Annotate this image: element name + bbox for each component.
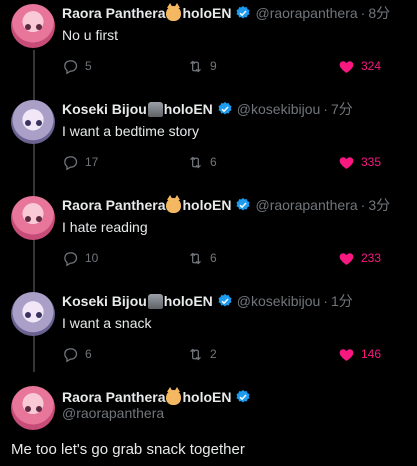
separator-dot: · [360, 5, 366, 21]
verified-badge-icon [237, 6, 250, 19]
user-handle[interactable]: @raorapanthera [62, 405, 164, 421]
like-button[interactable]: 335 [338, 153, 381, 171]
tweet-text: I want a bedtime story [62, 123, 199, 139]
retweet-button[interactable]: 6 [187, 153, 217, 171]
timestamp[interactable]: 7分 [331, 99, 353, 119]
moai-icon [147, 101, 163, 117]
like-button[interactable]: 324 [338, 57, 381, 75]
separator-dot: · [323, 101, 328, 117]
reply-count: 5 [85, 59, 92, 73]
retweet-icon [190, 348, 201, 360]
reply-button[interactable]: 5 [62, 57, 92, 75]
verified-badge-icon [218, 102, 232, 115]
display-name[interactable]: Raora Panthera [62, 197, 165, 213]
tweet-text: No u first [62, 27, 119, 43]
retweet-button[interactable]: 6 [187, 249, 217, 267]
user-handle[interactable]: @raorapanthera [255, 197, 357, 213]
user-handle[interactable]: @kosekibijou [237, 101, 320, 117]
display-name-suffix[interactable]: holoEN [182, 197, 231, 213]
separator-dot: · [323, 293, 328, 309]
retweet-count: 6 [210, 155, 217, 169]
tweet-text: Me too let's go grab snack together [11, 441, 245, 458]
like-button[interactable]: 233 [338, 249, 381, 267]
retweet-button[interactable]: 2 [187, 345, 217, 363]
retweet-icon [190, 252, 201, 264]
reply-icon [64, 347, 78, 362]
avatar[interactable] [11, 292, 55, 336]
timestamp[interactable]: 8分 [368, 3, 390, 23]
retweet-icon [190, 156, 201, 168]
separator-dot: · [360, 197, 366, 213]
verified-badge-icon [237, 390, 250, 403]
retweet-icon [190, 60, 201, 72]
cat-face-icon [166, 194, 182, 213]
reply-count: 10 [85, 251, 99, 265]
display-name-suffix[interactable]: holoEN [164, 101, 213, 117]
timestamp[interactable]: 1分 [331, 291, 353, 311]
like-count: 324 [361, 59, 382, 73]
tweet-text: I hate reading [62, 219, 148, 235]
reply-button[interactable]: 10 [62, 249, 98, 267]
reply-icon [64, 251, 78, 266]
display-name-suffix[interactable]: holoEN [164, 293, 213, 309]
tweet-thread: Raora Panthera holoEN @raorapanthera · 8… [0, 0, 417, 466]
cat-face-icon [166, 2, 182, 21]
tweet-actions: 6 2 146 [62, 345, 382, 363]
heart-filled-icon [339, 60, 354, 73]
cat-face-icon [166, 386, 182, 405]
verified-badge-icon [237, 198, 250, 211]
reply-icon [64, 59, 78, 74]
retweet-button[interactable]: 9 [187, 57, 217, 75]
heart-filled-icon [339, 252, 354, 265]
tweet-actions: 10 6 233 [62, 249, 382, 267]
display-name-suffix[interactable]: holoEN [182, 389, 231, 405]
like-count: 233 [361, 251, 382, 265]
display-name[interactable]: Raora Panthera [62, 389, 165, 405]
like-count: 146 [361, 347, 382, 361]
display-name[interactable]: Koseki Bijou [62, 101, 147, 117]
reply-count: 6 [85, 347, 92, 361]
verified-badge-icon [218, 294, 232, 307]
tweet-text: I want a snack [62, 315, 152, 331]
avatar[interactable] [11, 386, 55, 430]
like-count: 335 [361, 155, 382, 169]
avatar[interactable] [11, 100, 55, 144]
like-button[interactable]: 146 [338, 345, 381, 363]
avatar[interactable] [11, 196, 55, 240]
display-name-suffix[interactable]: holoEN [182, 5, 231, 21]
display-name[interactable]: Koseki Bijou [62, 293, 147, 309]
avatar[interactable] [11, 4, 55, 48]
user-handle[interactable]: @kosekibijou [237, 293, 320, 309]
moai-icon [147, 293, 163, 309]
tweet-actions: 5 9 324 [62, 57, 382, 75]
reply-button[interactable]: 6 [62, 345, 92, 363]
retweet-count: 2 [210, 347, 217, 361]
heart-filled-icon [339, 156, 354, 169]
reply-icon [64, 155, 78, 170]
reply-count: 17 [85, 155, 99, 169]
tweet-actions: 17 6 335 [62, 153, 382, 171]
timestamp[interactable]: 3分 [368, 195, 390, 215]
reply-button[interactable]: 17 [62, 153, 98, 171]
display-name[interactable]: Raora Panthera [62, 5, 165, 21]
user-handle[interactable]: @raorapanthera [255, 5, 357, 21]
heart-filled-icon [339, 348, 354, 361]
retweet-count: 6 [210, 251, 217, 265]
retweet-count: 9 [210, 59, 217, 73]
